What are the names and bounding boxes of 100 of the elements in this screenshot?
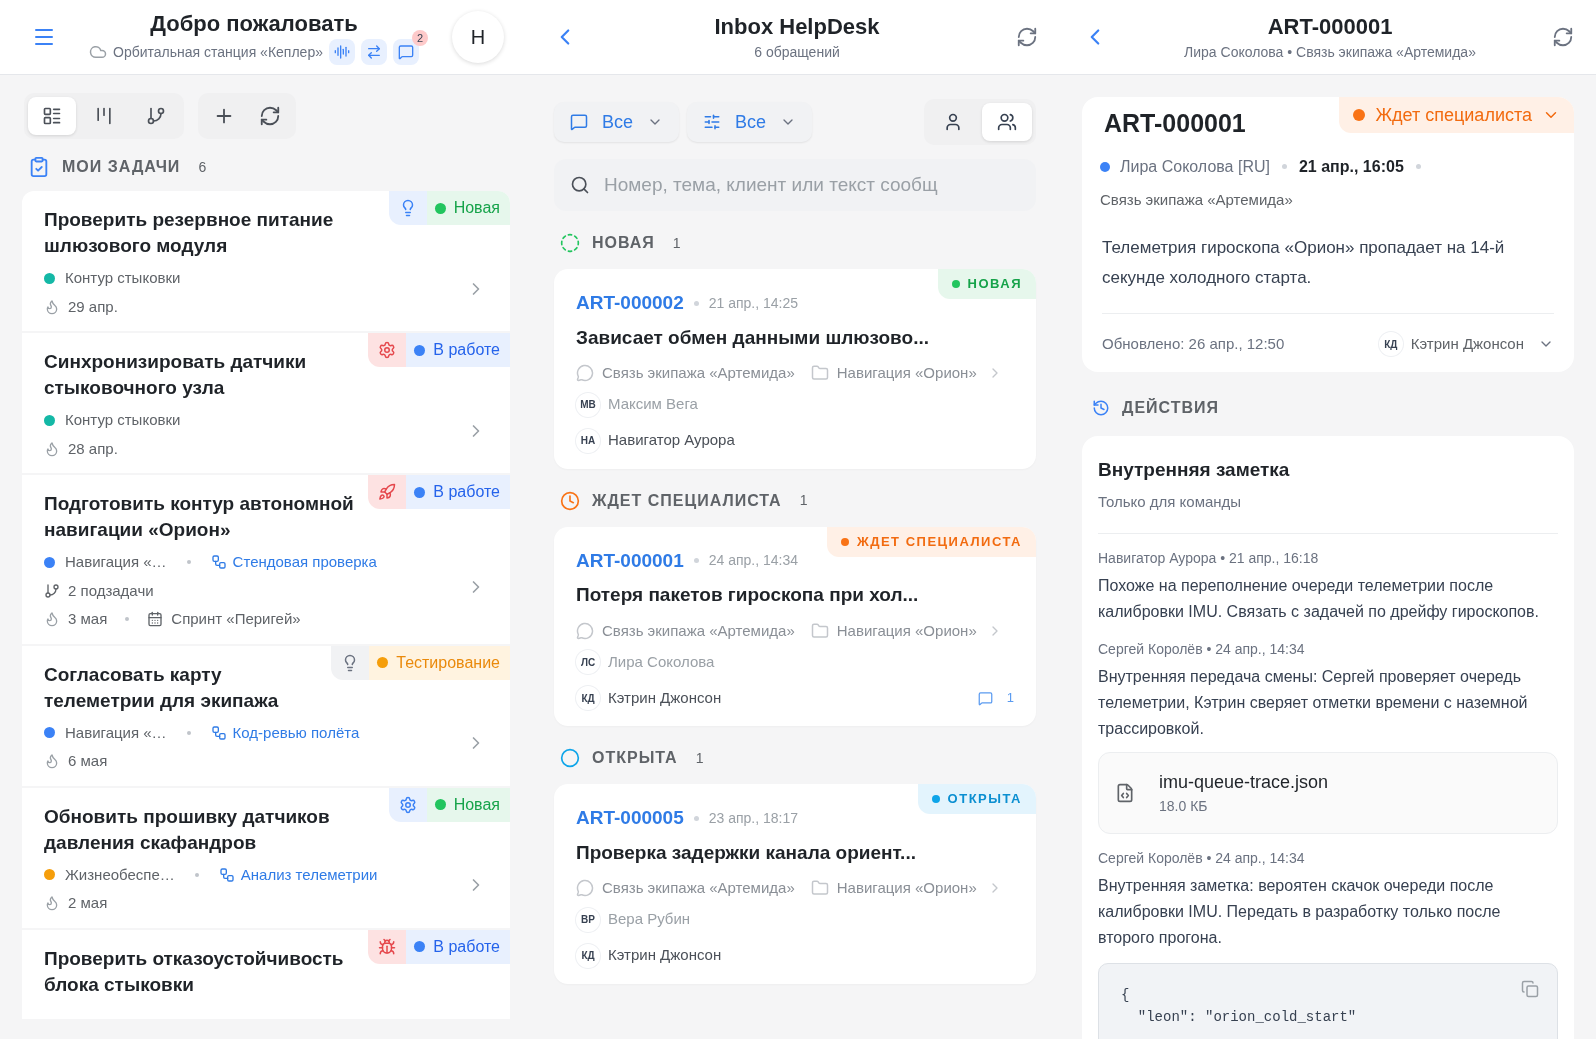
filter-dropdown[interactable]: Все [687, 102, 813, 142]
project-name: Навигация «Орион» [836, 363, 977, 383]
clipboard-icon [28, 156, 50, 178]
task-card[interactable]: Новая Проверить резервное питание шлюзового модуля Контур стыковки 29 апр. [22, 191, 510, 331]
project-name: Контур стыковки [65, 410, 181, 430]
comment-count: 1 [1006, 689, 1014, 708]
project-name: Навигация «Орион» [836, 878, 977, 898]
initials-avatar: НА [576, 428, 600, 453]
ticket-id-link[interactable]: ART-000005 [576, 804, 684, 833]
initials-avatar: КД [576, 943, 600, 968]
pane-subtitle: Лира Соколова • Связь экипажа «Артемида» [1184, 42, 1476, 62]
users-toggle[interactable] [982, 103, 1032, 141]
project-name: Навигация «… [65, 552, 167, 572]
code-line: "leon": "orion_cold_start" [1136, 1008, 1357, 1027]
flame-icon [44, 895, 60, 912]
assignee-name: Кэтрин Джонсон [1410, 333, 1524, 354]
copy-button[interactable] [1521, 980, 1539, 998]
project-name: Контур стыковки [65, 268, 181, 288]
cloud-icon [89, 43, 108, 61]
task-card[interactable]: Тестирование Согласовать карту телеметрии для экипажа Навигация «… Код-ревью полёта 6 мая [22, 645, 510, 786]
calendar-icon [147, 611, 164, 628]
welcome-title: Добро пожаловать [150, 10, 358, 38]
branch-view-icon [146, 106, 166, 126]
audio-button[interactable] [328, 39, 355, 65]
task-title: Синхронизировать датчики стыковочного узла [44, 350, 308, 400]
ticket-card[interactable]: НОВАЯ ART-000002 21 апр., 14:25 Зависает обмен данными шлюзово... Связь экипажа «Артемида» Навигация «Орион» МВ Максим Вега НА Навигатор Аурора [554, 269, 1036, 469]
note-title: Внутренняя заметка [1098, 458, 1291, 482]
search-icon [570, 175, 590, 195]
due-date: 6 мая [68, 751, 108, 771]
task-title: Подготовить контур автономной навигации «Орион» [44, 492, 355, 542]
pane-title: ART-000001 [1267, 12, 1393, 41]
status-badge: В работе [406, 929, 510, 964]
group-title: ОТКРЫТА [592, 748, 678, 768]
filter-dropdown[interactable]: Все [554, 102, 680, 142]
flame-icon [44, 440, 60, 457]
requester-name: Лира Соколова [608, 651, 715, 672]
ticket-date: 21 апр., 16:05 [1298, 156, 1404, 177]
entry-text: Внутренняя передача смены: Сергей проверяет очередь телеметрии, Кэтрин сверяет отметки времени с наземной трассировкой. [1098, 667, 1529, 739]
folder-icon [810, 364, 829, 383]
status-icon [560, 233, 580, 253]
pane-title: Inbox HelpDesk [714, 12, 880, 41]
status-badge: В работе [406, 333, 510, 367]
group-count: 1 [671, 233, 682, 253]
requester-name: Максим Вега [608, 394, 698, 415]
flame-icon [44, 611, 60, 628]
refresh-button[interactable] [1552, 26, 1574, 48]
chat-icon [576, 879, 594, 898]
ticket-title: Потеря пакетов гироскопа при хол... [576, 583, 920, 607]
due-date: 2 мая [68, 893, 108, 913]
workflow-icon [210, 724, 227, 741]
ticket-id-link[interactable]: ART-000002 [576, 289, 684, 318]
task-card[interactable]: Новая Обновить прошивку датчиков давления скафандров Жизнеобеспе… Анализ телеметрии 2 мая [22, 787, 510, 928]
ticket-card[interactable]: ОТКРЫТА ART-000005 23 апр., 18:17 Проверка задержки канала ориент... Связь экипажа «Артемида» Навигация «Орион» ВР Вера Рубин КД Кэтрин Джонсон [554, 784, 1036, 984]
workflow-link[interactable]: Анализ телеметрии [240, 863, 378, 886]
assignee-name: Кэтрин Джонсон [608, 687, 723, 708]
project-name: Жизнеобеспе… [65, 864, 175, 885]
entry-meta: Сергей Королёв • 24 апр., 14:34 [1098, 849, 1306, 868]
user-avatar[interactable]: Н [452, 11, 504, 63]
task-card[interactable]: В работе Подготовить контур автономной навигации «Орион» Навигация «… Стендовая проверка 2 подзадачи 3 мая Спринт «Перигей» [22, 475, 510, 644]
comment-icon [977, 690, 993, 706]
project-name: Навигация «Орион» [836, 620, 977, 641]
entry-meta: Навигатор Аурора • 21 апр., 16:18 [1098, 549, 1320, 568]
file-code-icon [1115, 783, 1135, 803]
subtasks-count: 2 подзадачи [68, 580, 154, 601]
search-bar[interactable]: Номер, тема, клиент или текст сообщ [554, 159, 1036, 211]
chat-icon [576, 621, 594, 640]
initials-avatar: КД [1378, 332, 1403, 356]
sliders-icon [703, 113, 722, 131]
attachment-card[interactable]: imu-queue-trace.json 18.0 КБ [1098, 752, 1558, 834]
flame-icon [44, 298, 60, 315]
ticket-date: 21 апр., 14:25 [708, 293, 799, 313]
status-badge: ОТКРЫТА [917, 784, 1036, 814]
due-date: 29 апр. [68, 296, 118, 317]
ticket-id-link[interactable]: ART-000001 [576, 546, 684, 575]
entry-text: Похоже на переполнение очереди телеметрии после калибровки IMU. Связать с задачей по дрейфу гироскопов. [1098, 576, 1540, 622]
refresh-icon [259, 105, 281, 127]
ticket-card[interactable]: ЖДЕТ СПЕЦИАЛИСТА ART-000001 24 апр., 14:34 Потеря пакетов гироскопа при хол... Связь экипажа «Артемида» Навигация «Орион» ЛС Лира Соколова КД Кэтрин Джонсон 1 [554, 526, 1036, 726]
attachment-size: 18.0 КБ [1159, 797, 1209, 816]
refresh-button[interactable] [1016, 26, 1038, 48]
group-count: 1 [798, 491, 809, 510]
ticket-date: 23 апр., 18:17 [708, 808, 799, 828]
task-card[interactable]: В работе Проверить отказоустойчивость блока стыковки [22, 929, 510, 1019]
group-count: 1 [694, 748, 705, 768]
task-card[interactable]: В работе Синхронизировать датчики стыковочного узла Контур стыковки 28 апр. [22, 333, 510, 473]
notification-badge: 2 [411, 30, 428, 46]
project-name: Навигация «… [65, 722, 167, 743]
subtasks-icon [44, 582, 60, 599]
workflow-link[interactable]: Код-ревью полёта [232, 721, 360, 744]
group-title: НОВАЯ [592, 233, 655, 253]
folder-icon [810, 879, 829, 898]
channel-name: Связь экипажа «Артемида» [1099, 189, 1294, 210]
channel-name: Связь экипажа «Артемида» [602, 620, 795, 641]
transfer-button[interactable] [360, 39, 387, 65]
workflow-link[interactable]: Стендовая проверка [232, 551, 377, 574]
messages-button[interactable] [392, 39, 419, 65]
status-icon [560, 748, 580, 768]
initials-avatar: МВ [576, 392, 600, 417]
view-toggle[interactable] [28, 97, 76, 135]
search-field[interactable]: Номер, тема, клиент или текст сообщ [604, 170, 1020, 200]
ticket-message: Телеметрия гироскопа «Орион» пропадает на 14-й секунде холодного старта. [1101, 237, 1506, 289]
